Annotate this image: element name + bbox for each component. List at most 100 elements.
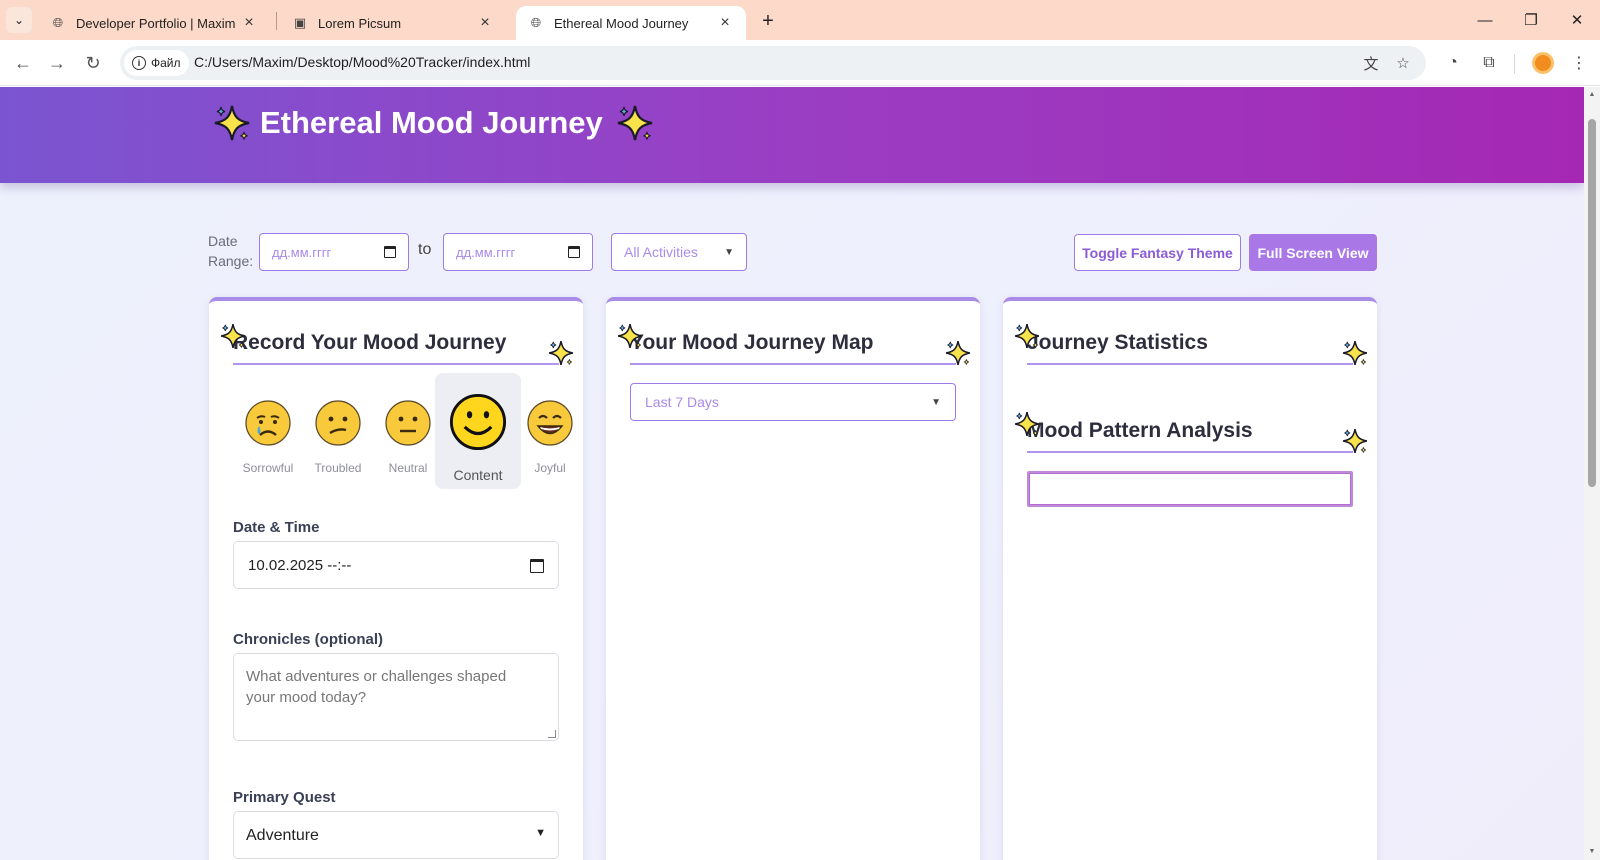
browser-toolbar: ← → ↻ i Файл C:/Users/Maxim/Desktop/Mood… — [0, 40, 1600, 86]
page-scrollbar[interactable]: ▲ ▼ — [1584, 87, 1600, 860]
mood-pattern-analysis-box — [1027, 471, 1353, 507]
bookmark-star-icon[interactable]: ☆ — [1392, 52, 1414, 74]
close-tab-icon[interactable]: × — [716, 14, 734, 32]
sparkle-icon — [212, 103, 252, 143]
chevron-down-icon: ▼ — [535, 827, 546, 839]
smiling-face-icon — [449, 393, 507, 451]
quest-label: Primary Quest — [233, 789, 336, 806]
primary-quest-select[interactable]: Adventure ▼ — [233, 811, 559, 859]
sparkle-icon — [944, 339, 972, 367]
page-viewport: Ethereal Mood Journey Date Range: дд.мм.… — [0, 87, 1584, 860]
mood-option-content[interactable]: Content — [435, 373, 521, 489]
record-mood-heading: Record Your Mood Journey — [233, 325, 559, 365]
calendar-icon[interactable] — [568, 246, 580, 258]
mood-label: Sorrowful — [242, 461, 294, 475]
calendar-icon[interactable] — [530, 559, 544, 573]
datetime-value: 10.02.2025 --:-- — [248, 557, 352, 574]
sparkle-icon — [1013, 322, 1041, 350]
mood-map-heading-text: Your Mood Journey Map — [630, 331, 874, 354]
more-menu-icon[interactable]: ⋮ — [1566, 50, 1592, 76]
date-range-to-label: to — [418, 241, 432, 258]
url-text: C:/Users/Maxim/Desktop/Mood%20Tracker/in… — [194, 54, 531, 70]
mood-option-neutral[interactable]: Neutral — [373, 373, 443, 489]
mood-label: Content — [453, 467, 503, 483]
date-to-placeholder: дд.мм.гггг — [456, 244, 516, 260]
mood-label: Troubled — [314, 461, 362, 475]
notes-textarea[interactable]: What adventures or challenges shaped you… — [233, 653, 559, 741]
date-to-input[interactable]: дд.мм.гггг — [443, 233, 593, 271]
browser-tab-strip: ⌄ 🌐︎ Developer Portfolio | Maxim Mk × ▣ … — [0, 0, 1600, 40]
record-mood-card: Record Your Mood Journey Sorrowful Troub… — [209, 297, 583, 860]
scrollbar-thumb[interactable] — [1588, 119, 1596, 487]
notes-label: Chronicles (optional) — [233, 631, 383, 648]
map-range-value: Last 7 Days — [645, 394, 719, 410]
mood-option-troubled[interactable]: Troubled — [303, 373, 373, 489]
tab-search-chevron-icon[interactable]: ⌄ — [6, 7, 32, 33]
date-range-label-line2: Range: — [208, 253, 254, 269]
chevron-down-icon: ▼ — [724, 246, 734, 258]
page-title: Ethereal Mood Journey — [212, 101, 655, 145]
profile-avatar[interactable] — [1532, 52, 1554, 74]
toggle-fantasy-theme-button[interactable]: Toggle Fantasy Theme — [1074, 234, 1241, 271]
activity-filter-value: All Activities — [624, 244, 698, 260]
browser-tab-portfolio[interactable]: 🌐︎ Developer Portfolio | Maxim Mk × — [38, 6, 270, 40]
resize-grip-icon[interactable] — [548, 730, 556, 738]
minimize-icon[interactable]: — — [1464, 6, 1506, 34]
close-tab-icon[interactable]: × — [240, 14, 258, 32]
scroll-down-icon[interactable]: ▼ — [1588, 847, 1596, 855]
map-range-select[interactable]: Last 7 Days ▼ — [630, 383, 956, 421]
date-from-input[interactable]: дд.мм.гггг — [259, 233, 409, 271]
reload-icon[interactable]: ↻ — [80, 50, 106, 76]
mood-map-heading: Your Mood Journey Map — [630, 325, 956, 365]
tab-title: Developer Portfolio | Maxim Mk — [76, 15, 240, 31]
globe-icon: 🌐︎ — [530, 15, 542, 30]
translate-icon[interactable]: 文 — [1360, 52, 1382, 74]
back-arrow-icon[interactable]: ← — [10, 50, 36, 76]
full-screen-view-button[interactable]: Full Screen View — [1249, 234, 1377, 271]
date-from-placeholder: дд.мм.гггг — [272, 244, 332, 260]
confused-face-icon — [315, 400, 361, 446]
mood-label: Neutral — [388, 461, 428, 475]
restore-icon[interactable]: ❐ — [1510, 6, 1552, 34]
neutral-face-icon — [385, 400, 431, 446]
close-window-icon[interactable]: ✕ — [1556, 6, 1598, 34]
address-bar[interactable]: i Файл C:/Users/Maxim/Desktop/Mood%20Tra… — [120, 46, 1426, 80]
scroll-up-icon[interactable]: ▲ — [1588, 90, 1596, 98]
page-title-text: Ethereal Mood Journey — [260, 105, 603, 140]
date-range-label: Date Range: — [208, 231, 254, 271]
extension-puzzle-icon[interactable]: ◔ — [1440, 50, 1466, 76]
datetime-input[interactable]: 10.02.2025 --:-- — [233, 541, 559, 589]
page-header: Ethereal Mood Journey — [0, 87, 1584, 183]
notes-placeholder: What adventures or challenges shaped you… — [246, 668, 507, 706]
mood-map-card: Your Mood Journey Map Last 7 Days ▼ — [606, 297, 980, 860]
browser-tab-mood-journey[interactable]: 🌐︎ Ethereal Mood Journey × — [516, 6, 746, 40]
date-range-label-line1: Date — [208, 233, 238, 249]
extensions-icon[interactable]: ⧉ — [1476, 50, 1502, 76]
globe-icon: 🌐︎ — [52, 15, 64, 30]
mood-option-joyful[interactable]: Joyful — [515, 373, 585, 489]
mood-option-sorrowful[interactable]: Sorrowful — [233, 373, 303, 489]
mood-selector: Sorrowful Troubled Neutral Content Joyfu… — [233, 373, 573, 489]
tab-separator — [276, 12, 277, 30]
datetime-label: Date & Time — [233, 519, 320, 536]
toolbar-divider — [1514, 54, 1515, 74]
mood-label: Joyful — [534, 461, 566, 475]
sparkle-icon — [1341, 427, 1369, 455]
sparkle-icon — [1341, 339, 1369, 367]
tab-title: Ethereal Mood Journey — [554, 15, 689, 31]
activity-filter-select[interactable]: All Activities ▼ — [611, 233, 747, 271]
new-tab-icon[interactable]: + — [756, 9, 780, 33]
calendar-icon[interactable] — [384, 246, 396, 258]
crying-face-icon — [245, 400, 291, 446]
forward-arrow-icon[interactable]: → — [44, 50, 70, 76]
site-chip-label: Файл — [151, 56, 181, 70]
sparkle-icon — [616, 322, 644, 350]
info-icon: i — [132, 56, 146, 70]
close-tab-icon[interactable]: × — [476, 14, 494, 32]
browser-tab-lorem-picsum[interactable]: ▣ Lorem Picsum × — [280, 6, 506, 40]
image-icon: ▣ — [293, 15, 307, 30]
primary-quest-value: Adventure — [246, 827, 319, 844]
journey-stats-card: Journey Statistics Mood Pattern Analysis — [1003, 297, 1377, 860]
journey-stats-heading: Journey Statistics — [1027, 325, 1353, 365]
site-info-chip[interactable]: i Файл — [124, 50, 189, 76]
